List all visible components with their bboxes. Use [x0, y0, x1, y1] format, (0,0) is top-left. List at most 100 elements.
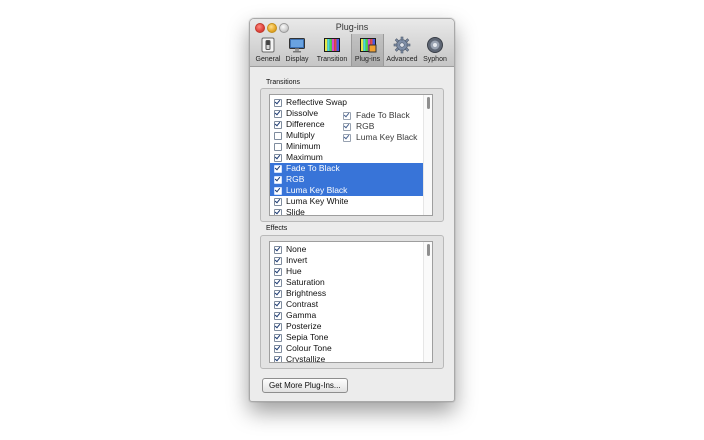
effect-row[interactable]: Saturation [270, 277, 432, 288]
transition-row-selected[interactable]: Luma Key Black [270, 185, 432, 196]
transition-row-selected[interactable]: RGB [270, 174, 432, 185]
toolbar-label-display: Display [285, 56, 309, 63]
effects-group: None Invert Hue Saturation Brightness Co… [260, 235, 444, 369]
toolbar-item-plugins[interactable]: Plug-ins [351, 34, 384, 66]
transition-label: Fade To Black [286, 163, 340, 173]
transition-row[interactable]: Slide [270, 207, 432, 216]
transition-checkbox[interactable] [274, 154, 282, 162]
drag-preview-row: RGB [342, 121, 422, 132]
transitions-scrollbar[interactable] [423, 95, 432, 215]
drag-preview: Fade To Black RGB Luma Key Black [342, 110, 422, 148]
effects-scrollbar[interactable] [423, 242, 432, 362]
transition-row[interactable]: Maximum [270, 152, 432, 163]
effect-checkbox[interactable] [274, 279, 282, 287]
effect-row[interactable]: Contrast [270, 299, 432, 310]
effect-checkbox[interactable] [274, 268, 282, 276]
transition-label: Reflective Swap [286, 97, 347, 107]
transition-checkbox[interactable] [274, 176, 282, 184]
drag-preview-checkbox [343, 112, 351, 120]
toolbar-item-syphon[interactable]: Syphon [420, 34, 450, 66]
transition-label: RGB [286, 174, 305, 184]
transition-checkbox[interactable] [274, 198, 282, 206]
switch-icon [261, 37, 275, 53]
effect-row[interactable]: Gamma [270, 310, 432, 321]
effect-row[interactable]: Sepia Tone [270, 332, 432, 343]
toolbar-label-transition: Transition [316, 56, 348, 63]
toolbar-label-plugins: Plug-ins [354, 56, 381, 63]
effect-checkbox[interactable] [274, 290, 282, 298]
transition-row[interactable]: Reflective Swap [270, 97, 432, 108]
preferences-window: Plug-ins General Display Transition Plug… [249, 18, 455, 402]
effect-checkbox[interactable] [274, 257, 282, 265]
drag-preview-label: Luma Key Black [356, 132, 418, 142]
toolbar-item-transition[interactable]: Transition [313, 34, 351, 66]
drag-preview-row: Luma Key Black [342, 132, 422, 143]
toolbar-item-advanced[interactable]: Advanced [384, 34, 420, 66]
transitions-group: Reflective Swap Dissolve Difference Mult… [260, 88, 444, 222]
transition-label: Luma Key White [286, 196, 349, 206]
effects-label: Effects [266, 225, 288, 232]
transition-checkbox[interactable] [274, 121, 282, 129]
effect-row[interactable]: Crystallize [270, 354, 432, 363]
transition-label: Multiply [286, 130, 315, 140]
transitions-scroll-thumb[interactable] [427, 97, 430, 109]
effect-label: Colour Tone [286, 343, 332, 353]
drag-preview-label: Fade To Black [356, 110, 410, 120]
effect-checkbox[interactable] [274, 301, 282, 309]
effect-checkbox[interactable] [274, 345, 282, 353]
effect-label: Invert [286, 255, 308, 265]
effect-label: Contrast [286, 299, 319, 309]
transition-checkbox[interactable] [274, 99, 282, 107]
transition-row[interactable]: Luma Key White [270, 196, 432, 207]
toolbar-item-general[interactable]: General [254, 34, 282, 66]
effect-checkbox[interactable] [274, 334, 282, 342]
transition-checkbox[interactable] [274, 209, 282, 215]
effect-checkbox[interactable] [274, 246, 282, 254]
effect-label: Brightness [286, 288, 327, 298]
transition-label: Difference [286, 119, 325, 129]
transition-checkbox[interactable] [274, 165, 282, 173]
transitions-label: Transitions [266, 79, 300, 86]
effects-scroll-thumb[interactable] [427, 244, 430, 256]
transition-checkbox[interactable] [274, 187, 282, 195]
drag-preview-row: Fade To Black [342, 110, 422, 121]
toolbar: Plug-ins General Display Transition Plug… [250, 19, 454, 67]
effect-row[interactable]: Hue [270, 266, 432, 277]
transition-icon [324, 38, 340, 52]
effect-label: Saturation [286, 277, 325, 287]
effect-label: Hue [286, 266, 302, 276]
transition-row-selected[interactable]: Fade To Black [270, 163, 432, 174]
toolbar-item-display[interactable]: Display [283, 34, 311, 66]
effect-label: None [286, 244, 307, 254]
transition-checkbox[interactable] [274, 143, 282, 151]
transition-label: Minimum [286, 141, 321, 151]
gear-icon [393, 36, 411, 54]
effect-checkbox[interactable] [274, 323, 282, 331]
effect-checkbox[interactable] [274, 312, 282, 320]
transition-checkbox[interactable] [274, 110, 282, 118]
effect-row[interactable]: Posterize [270, 321, 432, 332]
window-title: Plug-ins [335, 22, 369, 32]
get-more-plugins-button[interactable]: Get More Plug-Ins... [262, 378, 348, 393]
effect-row[interactable]: Invert [270, 255, 432, 266]
toolbar-label-advanced: Advanced [386, 56, 418, 63]
effect-checkbox[interactable] [274, 356, 282, 362]
effect-row[interactable]: Brightness [270, 288, 432, 299]
effects-list[interactable]: None Invert Hue Saturation Brightness Co… [269, 241, 433, 363]
monitor-icon [289, 38, 305, 53]
effect-row[interactable]: Colour Tone [270, 343, 432, 354]
syphon-icon [427, 37, 443, 53]
toolbar-label-general: General [255, 56, 281, 63]
effect-label: Crystallize [286, 354, 326, 363]
drag-preview-checkbox [343, 134, 351, 142]
transition-label: Slide [286, 207, 305, 216]
plugins-icon [359, 38, 376, 53]
transition-checkbox[interactable] [274, 132, 282, 140]
drag-preview-label: RGB [356, 121, 375, 131]
transitions-list[interactable]: Reflective Swap Dissolve Difference Mult… [269, 94, 433, 216]
drag-preview-checkbox [343, 123, 351, 131]
transition-label: Luma Key Black [286, 185, 348, 195]
toolbar-label-syphon: Syphon [423, 56, 447, 63]
transition-label: Dissolve [286, 108, 319, 118]
effect-row[interactable]: None [270, 244, 432, 255]
